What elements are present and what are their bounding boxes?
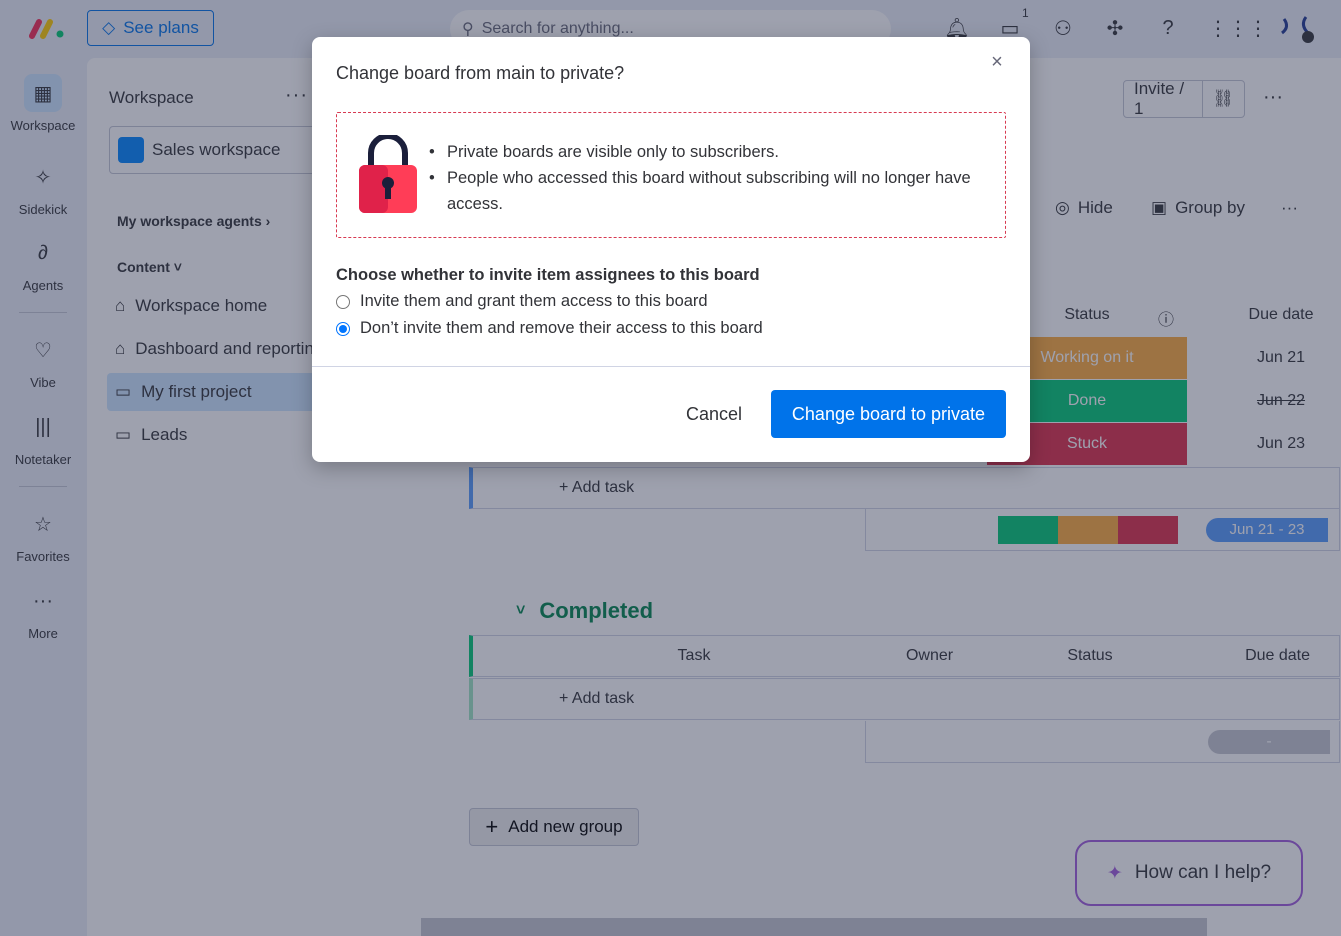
change-board-privacy-dialog: Change board from main to private? × Pri… (312, 37, 1030, 462)
dont-invite-option[interactable]: Don’t invite them and remove their acces… (336, 319, 763, 338)
change-board-to-private-button[interactable]: Change board to private (771, 390, 1006, 438)
lock-icon (359, 135, 417, 213)
choose-invite-label: Choose whether to invite item assignees … (336, 266, 760, 284)
invite-radio[interactable] (336, 294, 350, 309)
dialog-title: Change board from main to private? (336, 63, 625, 83)
info-bullet: Private boards are visible only to subsc… (429, 139, 997, 165)
cancel-button[interactable]: Cancel (672, 390, 756, 438)
info-bullets: Private boards are visible only to subsc… (429, 139, 997, 217)
invite-option[interactable]: Invite them and grant them access to thi… (336, 292, 708, 311)
dialog-divider (312, 366, 1030, 367)
private-info-box: Private boards are visible only to subsc… (336, 112, 1006, 238)
info-bullet: People who accessed this board without s… (429, 165, 997, 217)
close-icon[interactable]: × (986, 51, 1008, 73)
dont-invite-radio[interactable] (336, 321, 350, 336)
